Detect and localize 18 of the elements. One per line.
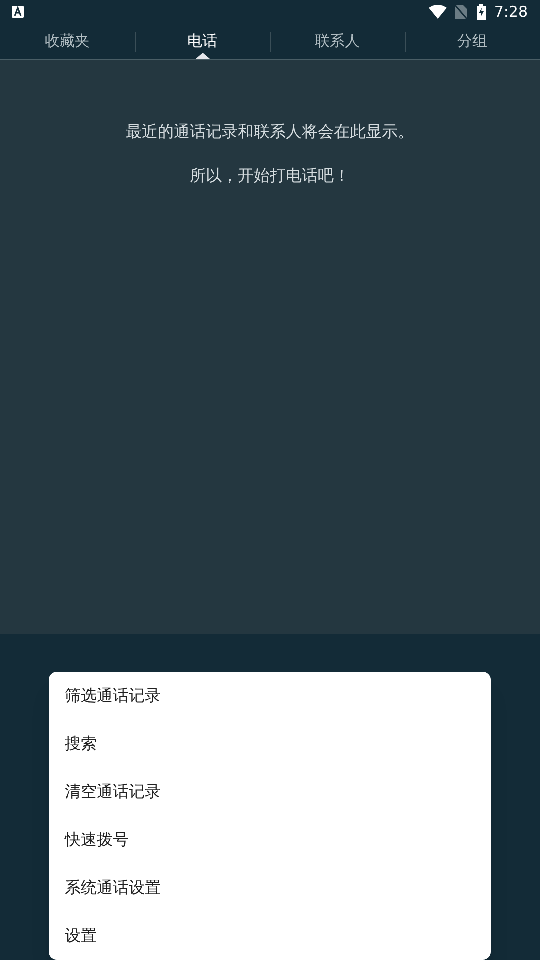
menu-item[interactable]: 搜索 <box>49 720 491 768</box>
selected-tab-indicator-icon <box>196 53 210 59</box>
empty-message: 最近的通话记录和联系人将会在此显示。 <box>126 121 414 143</box>
tab[interactable]: 电话 <box>184 30 222 53</box>
menu-item[interactable]: 快速拨号 <box>49 816 491 864</box>
notification-icon <box>12 6 24 18</box>
no-sim-icon <box>455 5 468 19</box>
wifi-icon <box>429 5 448 19</box>
menu-item[interactable]: 设置 <box>49 912 491 960</box>
tab[interactable]: 分组 <box>454 30 492 53</box>
menu-item[interactable]: 筛选通话记录 <box>49 672 491 720</box>
battery-charging-icon <box>477 4 486 20</box>
menu-item[interactable]: 系统通话设置 <box>49 864 491 912</box>
empty-message: 所以，开始打电话吧！ <box>190 165 350 187</box>
tab[interactable]: 联系人 <box>311 30 364 53</box>
status-time: 7:28 <box>494 2 528 23</box>
tab[interactable]: 收藏夹 <box>41 30 94 53</box>
menu-item[interactable]: 清空通话记录 <box>49 768 491 816</box>
